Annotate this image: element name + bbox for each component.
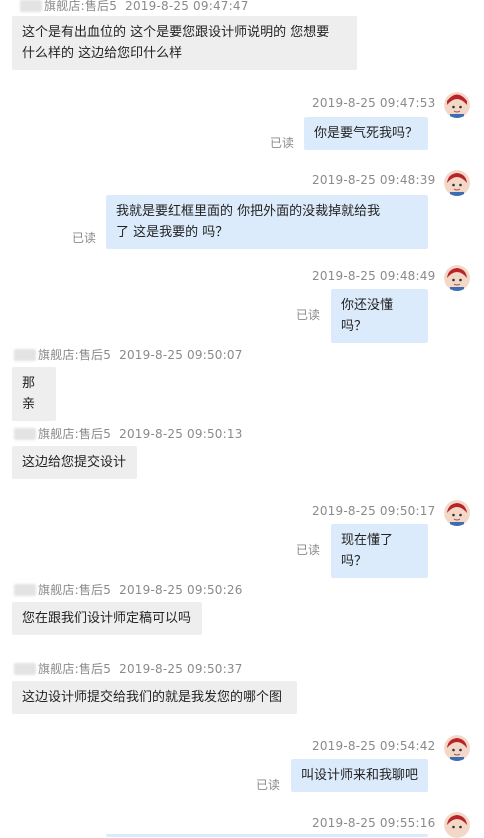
- message-bubble: 那亲: [12, 367, 56, 421]
- message-timestamp: 2019-8-25 09:48:49: [312, 269, 436, 283]
- redacted-name: [14, 584, 36, 596]
- redacted-name: [20, 0, 42, 12]
- user-avatar-icon[interactable]: [444, 812, 470, 838]
- user-avatar-icon[interactable]: [444, 170, 470, 196]
- redacted-name: [14, 663, 36, 675]
- user-avatar-icon[interactable]: [444, 92, 470, 118]
- message-bubble: 这边给您提交设计: [12, 446, 137, 479]
- read-status: 已读: [72, 231, 97, 245]
- message-bubble: 叫设计师来和我聊吧: [291, 759, 428, 792]
- message-bubble: 我就是要红框里面的 你把外面的没裁掉就给我 了 这是我要的 吗？: [106, 195, 428, 249]
- message-bubble: 你还没懂吗？: [331, 289, 428, 343]
- message-timestamp: 2019-8-25 09:50:17: [312, 504, 436, 518]
- message-timestamp: 2019-8-25 09:47:53: [312, 96, 436, 110]
- message-bubble: 这边设计师提交给我们的就是我发您的哪个图: [12, 681, 297, 714]
- message-bubble: 您在跟我们设计师定稿可以吗: [12, 602, 202, 635]
- message-meta: 旗舰店:售后5 2019-8-25 09:47:47: [20, 0, 249, 14]
- user-avatar-icon[interactable]: [444, 265, 470, 291]
- message-timestamp: 2019-8-25 09:54:42: [312, 739, 436, 753]
- message-meta: 旗舰店:售后5 2019-8-25 09:50:13: [14, 425, 243, 442]
- redacted-name: [14, 349, 36, 361]
- message-meta: 旗舰店:售后5 2019-8-25 09:50:37: [14, 660, 243, 677]
- message-bubble: 你是要气死我吗？: [304, 117, 428, 150]
- read-status: 已读: [270, 136, 295, 150]
- user-avatar-icon[interactable]: [444, 500, 470, 526]
- read-status: 已读: [256, 778, 281, 792]
- user-avatar-icon[interactable]: [444, 735, 470, 761]
- message-meta: 旗舰店:售后5 2019-8-25 09:50:07: [14, 346, 243, 363]
- message-timestamp: 2019-8-25 09:55:16: [312, 816, 436, 830]
- message-bubble: 现在懂了吗？: [331, 524, 428, 578]
- message-bubble: 这个是有出血位的 这个是要您跟设计师说明的 您想要 什么样的 这边给您印什么样: [12, 16, 357, 70]
- read-status: 已读: [296, 308, 321, 322]
- read-status: 已读: [296, 543, 321, 557]
- message-timestamp: 2019-8-25 09:48:39: [312, 173, 436, 187]
- redacted-name: [14, 428, 36, 440]
- message-meta: 旗舰店:售后5 2019-8-25 09:50:26: [14, 581, 243, 598]
